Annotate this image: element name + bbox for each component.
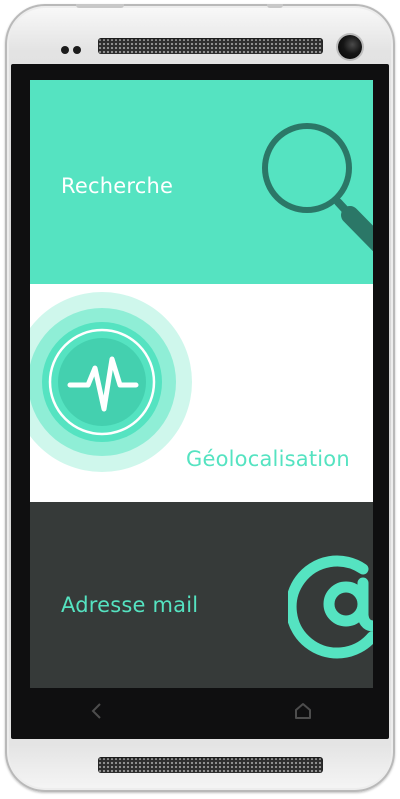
- menu-item-recherche[interactable]: Recherche: [30, 80, 373, 284]
- menu-item-label: Recherche: [61, 174, 174, 198]
- menu-item-label: Adresse mail: [61, 593, 199, 617]
- at-sign-icon: [288, 555, 373, 659]
- magnifier-icon: [262, 123, 373, 252]
- menu-item-label: Géolocalisation: [186, 447, 350, 471]
- light-sensor: [73, 46, 81, 54]
- power-button: [267, 4, 283, 8]
- home-icon[interactable]: [292, 700, 314, 722]
- menu-item-adresse-mail[interactable]: Adresse mail: [30, 502, 373, 688]
- app-screen: Recherche Géolocalisation Adresse mail: [30, 80, 373, 688]
- navigation-bar: [30, 688, 373, 733]
- volume-button: [76, 4, 124, 8]
- bottom-speaker-grille: [98, 757, 323, 773]
- back-icon[interactable]: [86, 700, 108, 722]
- top-speaker-grille: [98, 38, 323, 54]
- menu-item-geolocalisation[interactable]: Géolocalisation: [30, 284, 373, 502]
- pulse-icon: [30, 292, 192, 472]
- proximity-sensor: [61, 46, 69, 54]
- front-camera: [338, 35, 362, 59]
